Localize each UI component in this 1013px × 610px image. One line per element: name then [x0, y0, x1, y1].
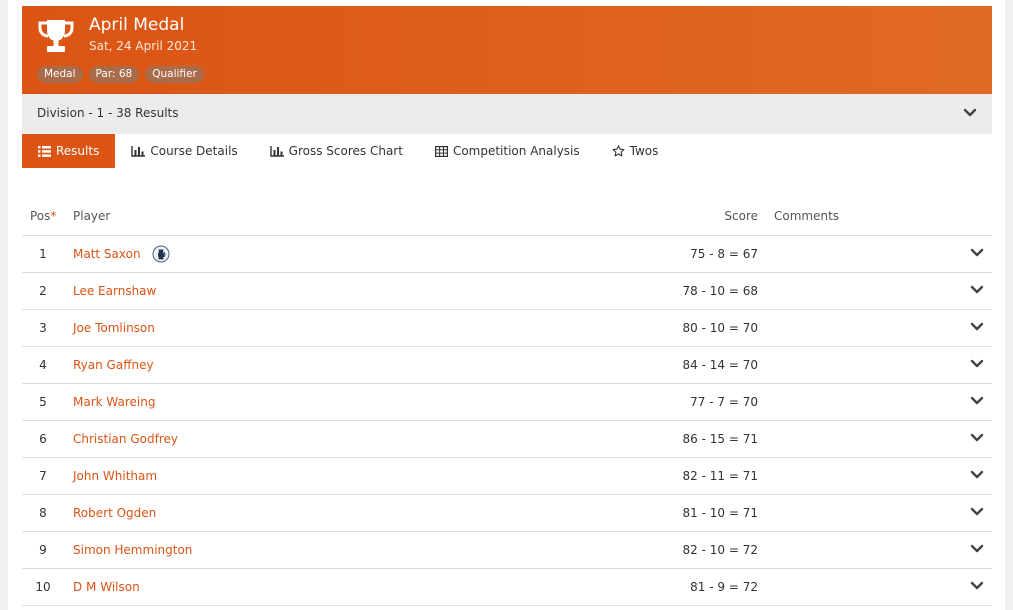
- results-panel: April Medal Sat, 24 April 2021 Medal Par…: [8, 0, 1005, 610]
- header-player[interactable]: Player: [73, 209, 110, 223]
- player-link[interactable]: John Whitham: [73, 469, 157, 483]
- competition-title: April Medal: [89, 15, 185, 35]
- table-row[interactable]: 1 Matt Saxon 75 - 8 = 67: [22, 236, 992, 273]
- player-link[interactable]: Mark Wareing: [73, 395, 155, 409]
- tag-par: Par: 68: [88, 66, 140, 83]
- row-position: 10: [35, 580, 51, 594]
- required-marker: *: [50, 209, 57, 223]
- score: 84 - 14 = 70: [682, 358, 758, 372]
- chevron-down-icon[interactable]: [962, 105, 978, 121]
- competition-header: April Medal Sat, 24 April 2021 Medal Par…: [22, 6, 992, 94]
- row-position: 8: [39, 506, 47, 520]
- table-row[interactable]: 2 Lee Earnshaw 78 - 10 = 68: [22, 273, 992, 310]
- competition-date: Sat, 24 April 2021: [89, 39, 198, 53]
- row-position: 1: [39, 247, 47, 261]
- player-link[interactable]: Lee Earnshaw: [73, 284, 156, 298]
- player-link[interactable]: Christian Godfrey: [73, 432, 178, 446]
- chevron-down-icon[interactable]: [969, 393, 985, 409]
- row-position: 4: [39, 358, 47, 372]
- tab-results[interactable]: Results: [22, 134, 116, 168]
- tab-gross-scores-chart-label: Gross Scores Chart: [288, 144, 403, 158]
- row-position: 7: [39, 469, 47, 483]
- tag-qualifier: Qualifier: [145, 66, 204, 83]
- results-tabs: Results Course Details Gross Scores Char…: [22, 134, 674, 168]
- header-score[interactable]: Score: [724, 209, 758, 223]
- row-position: 9: [39, 543, 47, 557]
- header-comments: Comments: [774, 209, 840, 223]
- claret-jug-icon: [152, 245, 170, 263]
- table-row[interactable]: 3 Joe Tomlinson 80 - 10 = 70: [22, 310, 992, 347]
- tab-competition-analysis-label: Competition Analysis: [452, 144, 580, 158]
- chevron-down-icon[interactable]: [969, 578, 985, 594]
- tab-gross-scores-chart[interactable]: Gross Scores Chart: [254, 134, 419, 168]
- score: 82 - 10 = 72: [682, 543, 758, 557]
- header-pos[interactable]: Pos*: [30, 209, 56, 223]
- chevron-down-icon[interactable]: [969, 504, 985, 520]
- star-icon: [612, 145, 625, 157]
- player-link[interactable]: Ryan Gaffney: [73, 358, 154, 372]
- page-background: April Medal Sat, 24 April 2021 Medal Par…: [0, 0, 1013, 610]
- chevron-down-icon[interactable]: [969, 467, 985, 483]
- score: 82 - 11 = 71: [682, 469, 758, 483]
- tab-results-label: Results: [56, 144, 100, 158]
- table-row[interactable]: 9 Simon Hemmington 82 - 10 = 72: [22, 532, 992, 569]
- table-row[interactable]: 8 Robert Ogden 81 - 10 = 71: [22, 495, 992, 532]
- tab-twos[interactable]: Twos: [596, 134, 675, 168]
- chevron-down-icon[interactable]: [969, 430, 985, 446]
- score: 86 - 15 = 71: [682, 432, 758, 446]
- tab-course-details-label: Course Details: [150, 144, 238, 158]
- table-icon: [434, 145, 448, 157]
- tab-competition-analysis[interactable]: Competition Analysis: [419, 134, 596, 168]
- chevron-down-icon[interactable]: [969, 282, 985, 298]
- row-position: 5: [39, 395, 47, 409]
- chevron-down-icon[interactable]: [969, 245, 985, 261]
- row-position: 3: [39, 321, 47, 335]
- list-icon: [38, 145, 51, 157]
- table-row[interactable]: 10 D M Wilson 81 - 9 = 72: [22, 569, 992, 606]
- score: 81 - 10 = 71: [682, 506, 758, 520]
- player-link[interactable]: Matt Saxon: [73, 247, 141, 261]
- row-position: 2: [39, 284, 47, 298]
- chevron-down-icon[interactable]: [969, 541, 985, 557]
- row-position: 6: [39, 432, 47, 446]
- table-row[interactable]: 7 John Whitham 82 - 11 = 71: [22, 458, 992, 495]
- division-selector[interactable]: Division - 1 - 38 Results: [22, 94, 992, 134]
- table-header: Pos* Player Score Comments: [22, 198, 992, 236]
- score: 77 - 7 = 70: [690, 395, 758, 409]
- score: 75 - 8 = 67: [690, 247, 758, 261]
- score: 78 - 10 = 68: [682, 284, 758, 298]
- score: 81 - 9 = 72: [690, 580, 758, 594]
- chevron-down-icon[interactable]: [969, 356, 985, 372]
- tag-medal: Medal: [37, 66, 83, 83]
- table-row[interactable]: 5 Mark Wareing 77 - 7 = 70: [22, 384, 992, 421]
- bar-chart-icon: [269, 145, 284, 157]
- tab-course-details[interactable]: Course Details: [115, 134, 253, 168]
- chevron-down-icon[interactable]: [969, 319, 985, 335]
- bar-chart-icon: [131, 145, 146, 157]
- division-label: Division - 1 - 38 Results: [37, 106, 179, 120]
- score: 80 - 10 = 70: [682, 321, 758, 335]
- table-row[interactable]: 4 Ryan Gaffney 84 - 14 = 70: [22, 347, 992, 384]
- player-link[interactable]: Simon Hemmington: [73, 543, 192, 557]
- results-table: Pos* Player Score Comments 1 Matt Saxon …: [22, 198, 992, 606]
- tab-twos-label: Twos: [629, 144, 659, 158]
- player-link[interactable]: Robert Ogden: [73, 506, 156, 520]
- player-link[interactable]: D M Wilson: [73, 580, 140, 594]
- player-link[interactable]: Joe Tomlinson: [73, 321, 155, 335]
- trophy-icon: [38, 20, 74, 52]
- competition-tags: Medal Par: 68 Qualifier: [37, 66, 204, 83]
- table-row[interactable]: 6 Christian Godfrey 86 - 15 = 71: [22, 421, 992, 458]
